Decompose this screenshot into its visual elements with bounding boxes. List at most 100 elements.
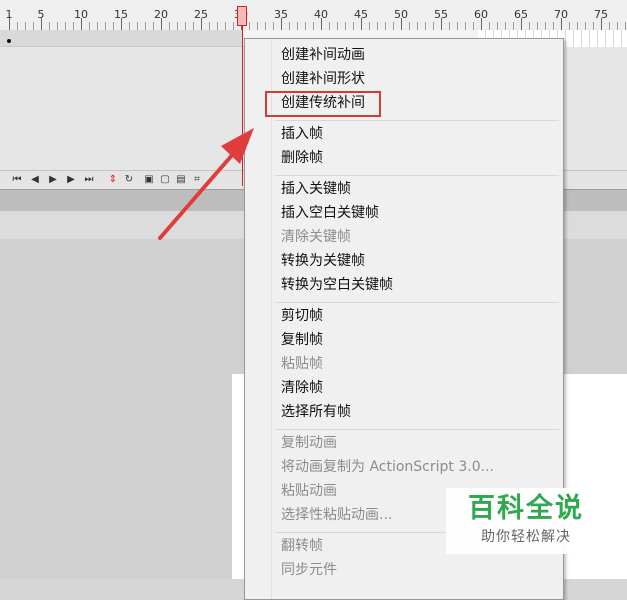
- ruler-tick: [33, 22, 34, 30]
- modify-markers-icon[interactable]: ⌗: [190, 173, 204, 187]
- menu-separator: [275, 302, 559, 303]
- keyframe-dot[interactable]: [7, 39, 11, 43]
- step-forward-icon[interactable]: ▶︎: [64, 173, 78, 187]
- ruler-tick: [345, 22, 346, 30]
- ruler-tick: [233, 22, 234, 30]
- play-icon[interactable]: ▶: [46, 173, 60, 187]
- menu-separator: [275, 429, 559, 430]
- ruler-tick: [289, 22, 290, 30]
- ruler-tick: [225, 22, 226, 30]
- ruler-tick: [49, 22, 50, 30]
- ruler-tick: [489, 22, 490, 30]
- ruler-tick: [313, 22, 314, 30]
- ruler-label: 65: [514, 8, 528, 21]
- ruler-tick: [457, 22, 458, 30]
- ruler-tick: [433, 22, 434, 30]
- ruler-tick: [417, 22, 418, 30]
- ruler-tick: [369, 22, 370, 30]
- ruler-tick: [593, 22, 594, 30]
- timeline-ruler[interactable]: 151015202530354045505560657075: [0, 0, 627, 31]
- watermark-subtitle: 助你轻松解决: [481, 529, 571, 545]
- go-to-first-frame-icon[interactable]: ⏮: [10, 173, 24, 187]
- ruler-label: 1: [5, 8, 13, 21]
- ruler-label: 5: [37, 8, 45, 21]
- ruler-tick: [25, 22, 26, 30]
- ruler-tick: [409, 22, 410, 30]
- menu-item[interactable]: 转换为空白关键帧: [281, 275, 393, 295]
- ruler-tick: [193, 22, 194, 30]
- playhead-line: [242, 26, 243, 186]
- onion-skin-icon[interactable]: ▣: [142, 173, 156, 187]
- ruler-tick: [473, 22, 474, 30]
- ruler-tick: [273, 22, 274, 30]
- menu-item: 粘贴帧: [281, 356, 323, 372]
- ruler-tick: [617, 22, 618, 30]
- ruler-tick: [113, 22, 114, 30]
- watermark-logo: 百科全说 助你轻松解决: [446, 488, 606, 554]
- ruler-tick: [585, 22, 586, 30]
- ruler-label: 60: [474, 8, 488, 21]
- ruler-tick: [497, 22, 498, 30]
- menu-item: 清除关键帧: [281, 229, 351, 245]
- menu-item: 将动画复制为 ActionScript 3.0...: [281, 459, 494, 475]
- center-frame-icon[interactable]: ⇕: [106, 173, 120, 187]
- menu-item: 粘贴动画: [281, 483, 337, 499]
- ruler-tick: [353, 22, 354, 30]
- ruler-tick: [553, 22, 554, 30]
- ruler-tick: [305, 22, 306, 30]
- edit-multiple-frames-icon[interactable]: ▤: [174, 173, 188, 187]
- ruler-tick: [177, 22, 178, 30]
- playhead-marker[interactable]: [237, 6, 247, 26]
- onion-skin-outlines-icon[interactable]: ▢: [158, 173, 172, 187]
- menu-item[interactable]: 创建补间动画: [281, 45, 365, 65]
- menu-item[interactable]: 创建补间形状: [281, 69, 365, 89]
- menu-item[interactable]: 剪切帧: [281, 306, 323, 326]
- ruler-tick: [529, 22, 530, 30]
- loop-icon[interactable]: ↻: [122, 173, 136, 187]
- ruler-tick: [545, 22, 546, 30]
- ruler-tick: [209, 22, 210, 30]
- selected-frame-span[interactable]: [0, 30, 242, 46]
- ruler-tick: [537, 22, 538, 30]
- ruler-tick: [449, 22, 450, 30]
- ruler-tick: [89, 22, 90, 30]
- menu-item[interactable]: 选择所有帧: [281, 402, 351, 422]
- step-back-icon[interactable]: ◀︎: [28, 173, 42, 187]
- ruler-tick: [337, 22, 338, 30]
- ruler-tick: [393, 22, 394, 30]
- ruler-tick: [185, 22, 186, 30]
- ruler-tick: [505, 22, 506, 30]
- menu-item: 选择性粘贴动画...: [281, 507, 393, 523]
- ruler-tick: [169, 22, 170, 30]
- ruler-tick: [513, 22, 514, 30]
- go-to-last-frame-icon[interactable]: ⏭: [82, 173, 96, 187]
- ruler-tick: [625, 22, 626, 30]
- menu-item[interactable]: 清除帧: [281, 378, 323, 398]
- menu-item[interactable]: 插入空白关键帧: [281, 203, 379, 223]
- ruler-tick: [17, 22, 18, 30]
- menu-item[interactable]: 转换为关键帧: [281, 251, 365, 271]
- ruler-tick: [465, 22, 466, 30]
- menu-item: 同步元件: [281, 562, 337, 578]
- ruler-label: 35: [274, 8, 288, 21]
- menu-item[interactable]: 创建传统补间: [281, 93, 365, 113]
- menu-item[interactable]: 插入帧: [281, 124, 323, 144]
- menu-separator: [275, 120, 559, 121]
- ruler-label: 20: [154, 8, 168, 21]
- ruler-label: 10: [74, 8, 88, 21]
- ruler-tick: [73, 22, 74, 30]
- menu-item[interactable]: 插入关键帧: [281, 179, 351, 199]
- ruler-tick: [577, 22, 578, 30]
- menu-item[interactable]: 删除帧: [281, 148, 323, 168]
- ruler-tick: [57, 22, 58, 30]
- ruler-tick: [385, 22, 386, 30]
- ruler-tick: [329, 22, 330, 30]
- ruler-tick: [97, 22, 98, 30]
- menu-item: 复制动画: [281, 435, 337, 451]
- menu-item[interactable]: 复制帧: [281, 330, 323, 350]
- ruler-tick: [129, 22, 130, 30]
- ruler-label: 75: [594, 8, 608, 21]
- ruler-tick: [249, 22, 250, 30]
- menu-item: 翻转帧: [281, 538, 323, 554]
- ruler-tick: [153, 22, 154, 30]
